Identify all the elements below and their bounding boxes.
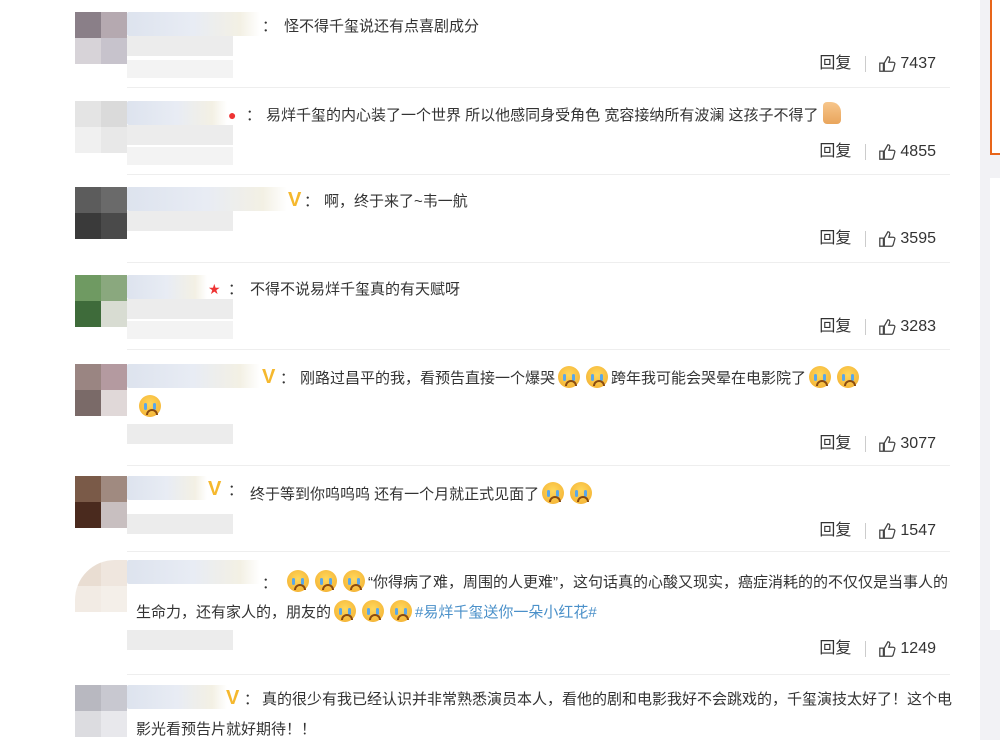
reply-button[interactable]: 回复 xyxy=(819,227,851,251)
comment-text: “你得病了难，周围的人更难”，这句话真的心酸又现实，癌症消耗的的不仅仅是当事人的… xyxy=(136,568,956,628)
avatar[interactable] xyxy=(75,560,127,612)
reply-button[interactable]: 回复 xyxy=(819,637,851,661)
thumbs-up-emoji-icon xyxy=(822,102,841,124)
comment-text: 不得不说易烊千玺真的有天赋呀 xyxy=(250,281,461,298)
username[interactable] xyxy=(127,275,207,299)
crying-face-icon xyxy=(334,600,357,622)
like-count: 4855 xyxy=(900,143,936,160)
separator: ： xyxy=(262,18,278,35)
username[interactable] xyxy=(127,364,260,388)
comment-text: 真的很少有我已经认识并非常熟悉演员本人，看他的剧和电影我好不会跳戏的，千玺演技太… xyxy=(136,691,953,738)
username[interactable] xyxy=(127,187,287,211)
comment-text: 怪不得千玺说还有点喜剧成分 xyxy=(284,18,480,35)
crying-face-icon xyxy=(362,600,385,622)
avatar[interactable] xyxy=(75,101,127,153)
comment-text: 终于等到你呜呜呜 还有一个月就正式见面了 xyxy=(250,480,920,510)
comment-text: 易烊千玺的内心装了一个世界 所以他感同身受角色 宽容接纳所有波澜 这孩子不得了 xyxy=(266,101,936,131)
avatar[interactable] xyxy=(75,12,127,64)
thumbs-up-icon[interactable] xyxy=(878,435,896,453)
reply-button[interactable]: 回复 xyxy=(819,140,851,164)
thumbs-up-icon[interactable] xyxy=(878,143,896,161)
like-count: 7437 xyxy=(900,55,936,72)
crying-face-icon xyxy=(542,482,565,504)
comment-actions: 回复 4855 xyxy=(819,140,936,164)
crying-face-icon xyxy=(837,366,860,388)
comment-actions: 回复 3595 xyxy=(819,227,936,251)
crying-face-icon xyxy=(343,570,365,592)
thumbs-up-icon[interactable] xyxy=(878,230,896,248)
crying-face-icon xyxy=(139,395,161,417)
avatar[interactable] xyxy=(75,275,127,327)
username[interactable] xyxy=(127,101,227,125)
thumbs-up-icon[interactable] xyxy=(878,640,896,658)
crying-face-icon xyxy=(558,366,581,388)
comment-actions: 回复 1547 xyxy=(819,519,936,543)
reply-button[interactable]: 回复 xyxy=(819,432,851,456)
crying-face-icon xyxy=(809,366,832,388)
comment-text: 刚路过昌平的我，看预告直接一个爆哭 跨年我可能会哭晕在电影院了 xyxy=(300,364,970,394)
thumbs-up-icon[interactable] xyxy=(878,318,896,336)
sidebar-card xyxy=(990,0,1000,155)
crying-face-icon xyxy=(287,570,309,592)
crown-badge-icon: ● xyxy=(228,107,237,123)
hashtag-link[interactable]: #易烊千玺送你一朵小红花# xyxy=(415,604,597,621)
comment-actions: 回复 3077 xyxy=(819,432,936,456)
like-count: 1547 xyxy=(900,522,936,539)
crying-face-icon xyxy=(390,600,413,622)
username[interactable] xyxy=(127,476,207,500)
avatar[interactable] xyxy=(75,364,127,416)
avatar[interactable] xyxy=(75,685,127,737)
avatar[interactable] xyxy=(75,187,127,239)
comment-actions: 回复 7437 xyxy=(819,52,936,76)
avatar[interactable] xyxy=(75,476,127,528)
reply-button[interactable]: 回复 xyxy=(819,519,851,543)
verified-badge-icon: V xyxy=(288,189,302,211)
crying-face-icon xyxy=(586,366,609,388)
username[interactable] xyxy=(127,12,260,36)
separator: ： xyxy=(304,193,320,210)
comment-actions: 回复 3283 xyxy=(819,315,936,339)
crying-face-icon xyxy=(570,482,593,504)
verified-badge-icon: V xyxy=(208,478,222,500)
comment-panel: ： 怪不得千玺说还有点喜剧成分 回复 7437 ● ： 易烊千玺的内心装了一个世… xyxy=(0,0,980,740)
thumbs-up-icon[interactable] xyxy=(878,55,896,73)
verified-badge-icon: V xyxy=(262,366,276,388)
separator: ： xyxy=(228,482,244,499)
like-count: 3077 xyxy=(900,435,936,452)
separator: ： xyxy=(246,107,262,124)
like-count: 3595 xyxy=(900,230,936,247)
thumbs-up-icon[interactable] xyxy=(878,522,896,540)
crying-face-icon xyxy=(315,570,337,592)
like-count: 1249 xyxy=(900,640,936,657)
reply-button[interactable]: 回复 xyxy=(819,315,851,339)
comment-text: 啊，终于来了~韦一航 xyxy=(324,193,468,210)
separator: ： xyxy=(280,370,296,387)
reply-button[interactable]: 回复 xyxy=(819,52,851,76)
comment-actions: 回复 1249 xyxy=(819,637,936,661)
star-badge-icon: ★ xyxy=(208,281,221,297)
sidebar-card xyxy=(990,178,1000,630)
like-count: 3283 xyxy=(900,318,936,335)
